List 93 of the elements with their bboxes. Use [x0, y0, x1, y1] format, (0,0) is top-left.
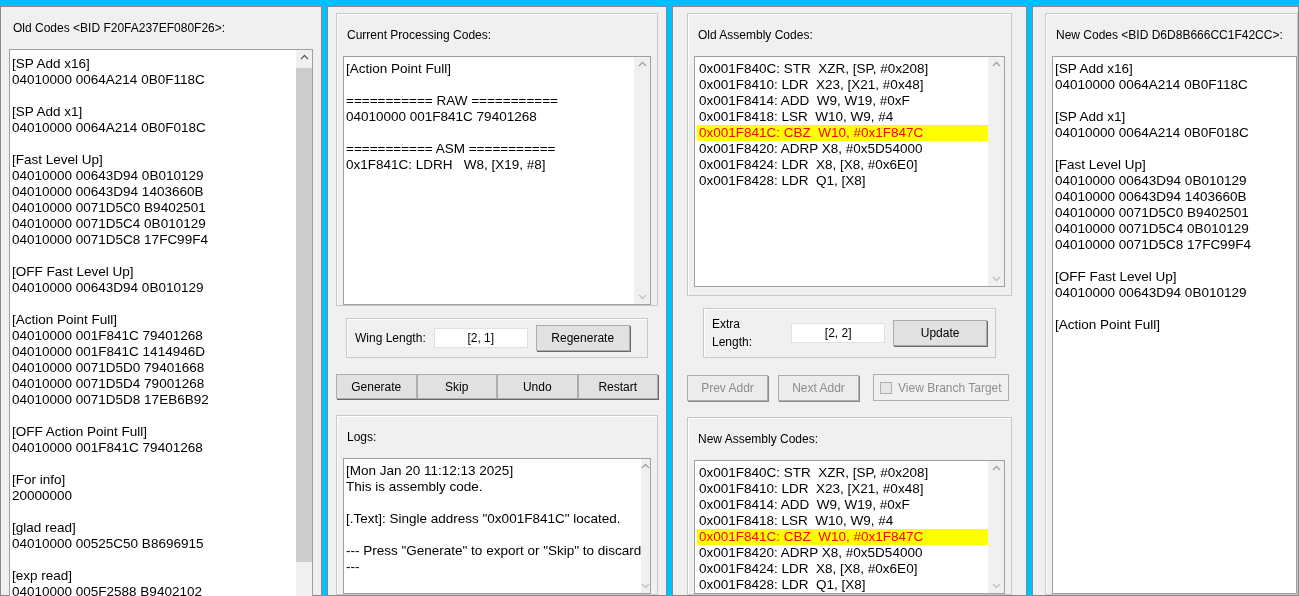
scroll-up-icon[interactable] [641, 463, 651, 469]
group-title: Logs: [346, 429, 378, 446]
field-label: Extra Length: [712, 316, 754, 351]
action-button[interactable]: Skip [416, 374, 497, 399]
assembly-line[interactable]: 0x001F8428: LDR Q1, [X8] [697, 173, 988, 189]
group-title: New Codes <BID D6D8B666CC1F42CC>: [1055, 27, 1284, 44]
scroll-up-icon[interactable] [991, 61, 1001, 67]
code-line: 04010000 00525C50 B8696915 [12, 536, 204, 552]
code-line: [Fast Level Up] [1055, 157, 1146, 173]
action-button[interactable]: Undo [497, 374, 578, 399]
code-line: [Fast Level Up] [12, 152, 103, 168]
action-button[interactable]: Generate [336, 374, 417, 399]
code-line: [SP Add x16] [1055, 61, 1133, 77]
code-line: [OFF Fast Level Up] [12, 264, 134, 280]
code-line: 04010000 001F841C 79401268 [346, 109, 537, 125]
assembly-line[interactable]: 0x001F8420: ADRP X8, #0x5D54000 [697, 141, 988, 157]
code-line: 20000000 [12, 488, 73, 504]
code-line: [Mon Jan 20 11:12:13 2025] [346, 463, 514, 479]
assembly-line[interactable]: 0x001F8414: ADD W9, W19, #0xF [697, 497, 988, 513]
scroll-up-icon[interactable] [637, 61, 647, 67]
assembly-line[interactable]: 0x001F8414: ADD W9, W19, #0xF [697, 93, 988, 109]
scrollbar-thumb[interactable] [296, 68, 312, 562]
code-line: 04010000 00643D94 0B010129 [1055, 173, 1247, 189]
code-line: [Action Point Full] [1055, 317, 1161, 333]
code-line: [exp read] [12, 568, 73, 584]
assembly-line[interactable]: 0x001F840C: STR XZR, [SP, #0x208] [697, 61, 988, 77]
code-line: 04010000 0071D5D0 79401668 [12, 360, 205, 376]
code-line: 04010000 00643D94 0B010129 [12, 280, 204, 296]
code-line: 04010000 0064A214 0B0F018C [1055, 125, 1249, 141]
scroll-up-icon[interactable] [991, 465, 1001, 471]
code-line: =========== RAW =========== [346, 93, 558, 109]
code-line: 04010000 001F841C 79401268 [12, 440, 203, 456]
scroll-down-icon[interactable] [637, 294, 647, 300]
code-line: [SP Add x1] [1055, 109, 1126, 125]
code-line: [OFF Action Point Full] [12, 424, 148, 440]
code-line: [OFF Fast Level Up] [1055, 269, 1177, 285]
code-line: 04010000 001F841C 1414946D [12, 344, 205, 360]
code-line: 04010000 00643D94 1403660B [1055, 189, 1247, 205]
code-line: --- [346, 559, 360, 575]
assembly-line[interactable]: 0x001F8418: LSR W10, W9, #4 [697, 109, 988, 125]
code-line: 04010000 0071D5C8 17FC99F4 [1055, 237, 1251, 253]
group-title: Old Assembly Codes: [697, 27, 814, 44]
code-line: [Action Point Full] [346, 61, 452, 77]
action-button[interactable]: Update [893, 320, 987, 346]
input-field[interactable]: [2, 2] [791, 323, 886, 343]
action-button[interactable]: Restart [577, 374, 658, 399]
scroll-up-icon[interactable] [299, 54, 309, 60]
code-line: [SP Add x1] [12, 104, 83, 120]
code-line: 0x1F841C: LDRH W8, [X19, #8] [346, 157, 546, 173]
assembly-line[interactable]: 0x001F8410: LDR X23, [X21, #0x48] [697, 481, 988, 497]
code-line: 04010000 005F2588 B9402102 [12, 584, 202, 596]
code-line: 04010000 0071D5C4 0B010129 [12, 216, 206, 232]
assembly-line[interactable]: 0x001F8428: LDR Q1, [X8] [697, 577, 988, 593]
code-line: 04010000 0064A214 0B0F118C [1055, 77, 1248, 93]
code-line: [Action Point Full] [12, 312, 118, 328]
code-line: [For info] [12, 472, 66, 488]
code-line: 04010000 00643D94 0B010129 [1055, 285, 1247, 301]
code-line: [.Text]: Single address "0x001F841C" located. [346, 511, 621, 527]
assembly-line[interactable]: 0x001F8420: ADRP X8, #0x5D54000 [697, 545, 988, 561]
code-line: 04010000 0071D5C8 17FC99F4 [12, 232, 208, 248]
code-line: 04010000 0071D5C4 0B010129 [1055, 221, 1249, 237]
scroll-down-icon[interactable] [641, 583, 651, 589]
assembly-line[interactable]: 0x001F8424: LDR X8, [X8, #0x6E0] [697, 561, 988, 577]
assembly-line[interactable]: 0x001F840C: STR XZR, [SP, #0x208] [697, 465, 988, 481]
action-button[interactable]: Regenerate [535, 325, 630, 351]
code-textarea[interactable] [694, 56, 1005, 287]
code-line: 04010000 0071D5D4 79001268 [12, 376, 205, 392]
code-line: 04010000 00643D94 1403660B [12, 184, 204, 200]
assembly-line[interactable]: 0x001F8410: LDR X23, [X21, #0x48] [697, 77, 988, 93]
code-line: This is assembly code. [346, 479, 483, 495]
code-line: 04010000 0071D5C0 B9402501 [12, 200, 206, 216]
code-line: 04010000 0064A214 0B0F118C [12, 72, 205, 88]
scroll-down-icon[interactable] [991, 583, 1001, 589]
code-line: [glad read] [12, 520, 76, 536]
scroll-down-icon[interactable] [991, 276, 1001, 282]
group-title: Current Processing Codes: [346, 27, 493, 44]
code-textarea[interactable]: [Action Point Full] =========== RAW =========== 04010000 001F841C 79401268 =========== ASM =========== 0x1F841C: LDRH W8, [X19, #8] [343, 56, 651, 305]
code-line: [SP Add x16] [12, 56, 90, 72]
assembly-line[interactable]: 0x001F8424: LDR X8, [X8, #0x6E0] [697, 157, 988, 173]
code-line: 04010000 001F841C 79401268 [12, 328, 203, 344]
field-label: Wing Length: [355, 330, 426, 347]
code-line: 04010000 0071D5D8 17EB6B92 [12, 392, 209, 408]
code-line: --- Press "Generate" to export or "Skip" to discard [346, 543, 642, 559]
code-line: 04010000 0071D5C0 B9402501 [1055, 205, 1249, 221]
code-textarea[interactable] [694, 460, 1005, 594]
group-title: New Assembly Codes: [697, 431, 820, 448]
assembly-line[interactable]: 0x001F8418: LSR W10, W9, #4 [697, 513, 988, 529]
panel-title: Old Codes <BID F20FA237EF080F26>: [12, 20, 227, 37]
code-line: 04010000 0064A214 0B0F018C [12, 120, 206, 136]
code-line: =========== ASM =========== [346, 141, 556, 157]
input-field[interactable]: [2, 1] [433, 328, 528, 348]
log-textarea[interactable]: [Mon Jan 20 11:12:13 2025] This is assembly code. [.Text]: Single address "0x001F841C" located. --- Press "Generate" to export or "Skip" to discard --- [343, 458, 651, 594]
code-line: 04010000 00643D94 0B010129 [12, 168, 204, 184]
